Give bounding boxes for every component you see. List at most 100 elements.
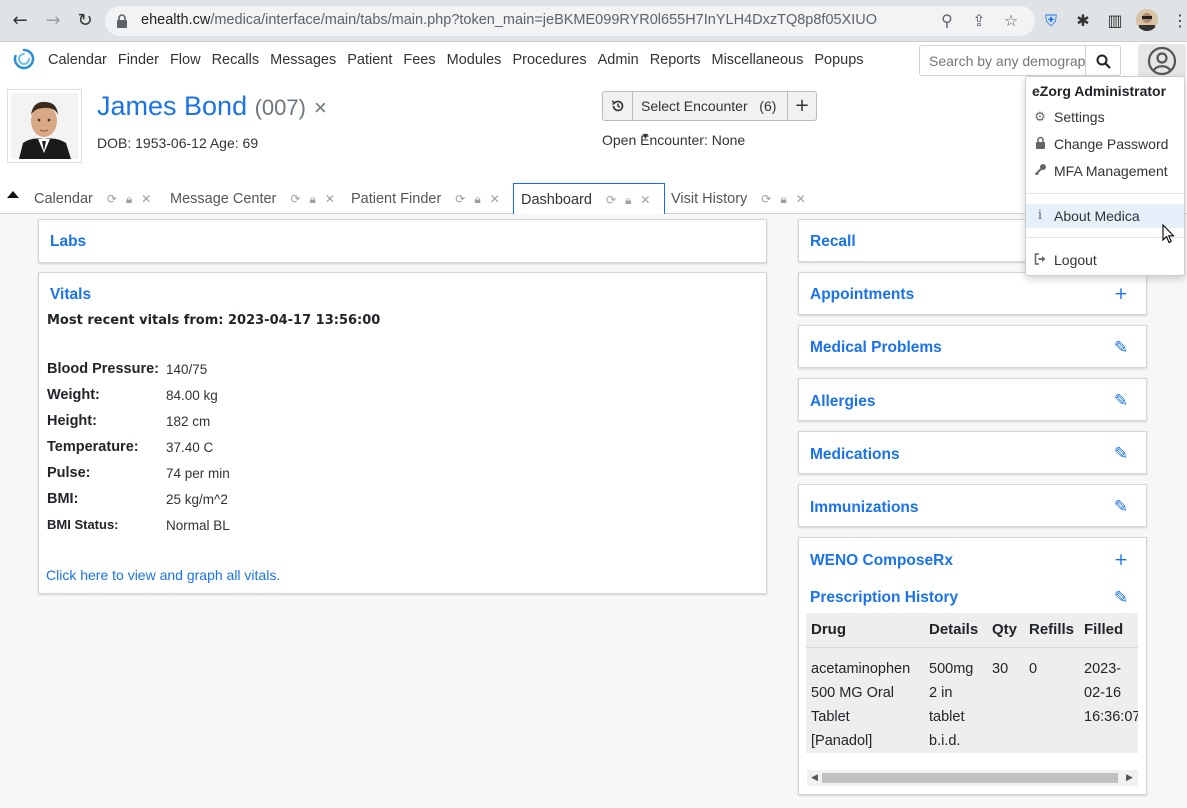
user-dropdown-menu: eZorg Administrator ⚙ Settings Change Pas… (1025, 76, 1185, 276)
collapse-caret-icon[interactable] (6, 189, 20, 199)
scroll-right-arrow-icon[interactable]: ▶ (1126, 773, 1133, 783)
menu-patient[interactable]: Patient (347, 52, 392, 68)
scroll-thumb[interactable] (822, 773, 1118, 783)
edit-pencil-icon[interactable]: ✎ (1113, 446, 1129, 463)
user-menu-button[interactable] (1138, 44, 1186, 78)
reload-icon[interactable]: ↻ (73, 9, 97, 33)
encounter-history-button[interactable] (603, 92, 633, 120)
extension-shield-icon[interactable]: ⛨ (1039, 9, 1063, 33)
vitals-title[interactable]: Vitals (50, 286, 91, 304)
close-icon[interactable]: ✕ (490, 192, 500, 206)
labs-title[interactable]: Labs (50, 233, 86, 251)
close-icon[interactable]: ✕ (325, 192, 335, 206)
patient-search-input[interactable] (920, 46, 1085, 75)
immunizations-card: Immunizations ✎ (798, 484, 1147, 527)
patient-name[interactable]: James Bond (97, 91, 247, 121)
tab-dashboard[interactable]: Dashboard ⟳ 🔒︎ ✕ (513, 183, 665, 215)
side-panel-icon[interactable]: ▥ (1103, 9, 1127, 33)
app-logo-icon[interactable] (13, 48, 35, 70)
search-button[interactable] (1085, 46, 1120, 75)
edit-pencil-icon[interactable]: ✎ (1113, 340, 1129, 357)
patient-photo[interactable] (7, 89, 82, 163)
tab-message-center[interactable]: Message Center ⟳ 🔒︎ ✕ (163, 183, 335, 214)
add-icon[interactable]: + (1113, 286, 1129, 303)
bookmark-star-icon[interactable]: ☆ (1001, 11, 1021, 31)
tab-visit-history[interactable]: Visit History ⟳ 🔒︎ ✕ (664, 183, 806, 214)
browser-menu-icon[interactable]: ⋮ (1172, 9, 1187, 33)
menu-item-settings[interactable]: ⚙ Settings (1026, 105, 1184, 129)
refresh-icon[interactable]: ⟳ (107, 192, 117, 206)
refresh-icon[interactable]: ⟳ (455, 192, 465, 206)
menu-fees[interactable]: Fees (403, 52, 435, 68)
tab-calendar[interactable]: Calendar ⟳ 🔒︎ ✕ (27, 183, 151, 214)
extensions-puzzle-icon[interactable]: ✱ (1071, 9, 1095, 33)
tab-label: Patient Finder (351, 191, 442, 207)
close-icon[interactable]: ✕ (796, 192, 806, 206)
lock-icon[interactable]: 🔒︎ (474, 192, 480, 206)
location-icon[interactable]: ⚲ (937, 11, 957, 31)
browser-profile-avatar[interactable] (1136, 9, 1158, 31)
user-circle-icon (1147, 46, 1177, 76)
cell-filled: 2023- 02-16 16:36:07 (1084, 661, 1138, 725)
weno-composerx-title[interactable]: WENO ComposeRx (810, 552, 953, 570)
close-patient-icon[interactable]: × (314, 95, 327, 120)
select-encounter-dropdown[interactable]: Select Encounter (6) ▼ (633, 92, 788, 141)
address-bar[interactable]: ehealth.cw/medica/interface/main/tabs/ma… (105, 6, 1035, 36)
browser-toolbar: ← → ↻ ehealth.cw/medica/interface/main/t… (0, 0, 1187, 42)
menu-item-logout[interactable]: Logout (1026, 248, 1184, 272)
menu-item-about-medica[interactable]: i About Medica (1026, 204, 1184, 228)
scroll-left-arrow-icon[interactable]: ◀ (811, 773, 818, 783)
share-icon[interactable]: ⇪ (969, 11, 989, 31)
menu-item-change-password[interactable]: Change Password (1026, 132, 1184, 156)
lock-icon[interactable]: 🔒︎ (126, 192, 132, 206)
menu-miscellaneous[interactable]: Miscellaneous (711, 52, 803, 68)
view-all-vitals-link[interactable]: Click here to view and graph all vitals. (46, 567, 280, 583)
back-icon[interactable]: ← (8, 9, 32, 33)
cell-qty: 30 (992, 661, 1009, 677)
forward-icon[interactable]: → (41, 9, 65, 33)
menu-divider (1026, 193, 1184, 194)
add-encounter-button[interactable]: + (788, 92, 816, 120)
edit-pencil-icon[interactable]: ✎ (1113, 393, 1129, 410)
tab-label: Visit History (671, 191, 748, 207)
medications-card: Medications ✎ (798, 431, 1147, 474)
immunizations-title[interactable]: Immunizations (810, 499, 919, 517)
table-horizontal-scrollbar[interactable]: ◀ ▶ (807, 770, 1138, 786)
logout-icon (1033, 248, 1047, 272)
prescription-history-title[interactable]: Prescription History (810, 589, 958, 607)
col-refills-header: Refills (1029, 621, 1075, 638)
menu-popups[interactable]: Popups (814, 52, 863, 68)
menu-modules[interactable]: Modules (447, 52, 502, 68)
edit-pencil-icon[interactable]: ✎ (1113, 590, 1129, 607)
menu-calendar[interactable]: Calendar (48, 52, 107, 68)
refresh-icon[interactable]: ⟳ (761, 192, 771, 206)
appointments-title[interactable]: Appointments (810, 286, 914, 304)
menu-item-mfa-management[interactable]: MFA Management (1026, 159, 1184, 183)
menu-recalls[interactable]: Recalls (212, 52, 260, 68)
edit-pencil-icon[interactable]: ✎ (1113, 499, 1129, 516)
tab-patient-finder[interactable]: Patient Finder ⟳ 🔒︎ ✕ (344, 183, 500, 214)
close-icon[interactable]: ✕ (640, 193, 650, 207)
menu-admin[interactable]: Admin (598, 52, 639, 68)
menu-flow[interactable]: Flow (170, 52, 201, 68)
menu-reports[interactable]: Reports (650, 52, 701, 68)
lock-icon[interactable]: 🔒︎ (625, 193, 631, 207)
lock-icon[interactable]: 🔒︎ (309, 192, 315, 206)
add-icon[interactable]: + (1113, 552, 1129, 569)
medical-problems-title[interactable]: Medical Problems (810, 339, 942, 357)
refresh-icon[interactable]: ⟳ (606, 193, 616, 207)
col-drug-header: Drug (811, 621, 846, 638)
menu-finder[interactable]: Finder (118, 52, 159, 68)
menu-procedures[interactable]: Procedures (512, 52, 586, 68)
menu-messages[interactable]: Messages (270, 52, 336, 68)
close-icon[interactable]: ✕ (141, 192, 151, 206)
vitals-date-heading: Most recent vitals from: 2023-04-17 13:5… (47, 313, 381, 328)
allergies-title[interactable]: Allergies (810, 393, 875, 411)
cell-refills: 0 (1029, 661, 1038, 677)
medications-title[interactable]: Medications (810, 446, 900, 464)
search-icon (1096, 54, 1111, 69)
lock-icon[interactable]: 🔒︎ (780, 192, 786, 206)
refresh-icon[interactable]: ⟳ (290, 192, 300, 206)
app-navbar: Calendar Finder Flow Recalls Messages Pa… (0, 42, 1187, 82)
recall-title[interactable]: Recall (810, 233, 856, 251)
